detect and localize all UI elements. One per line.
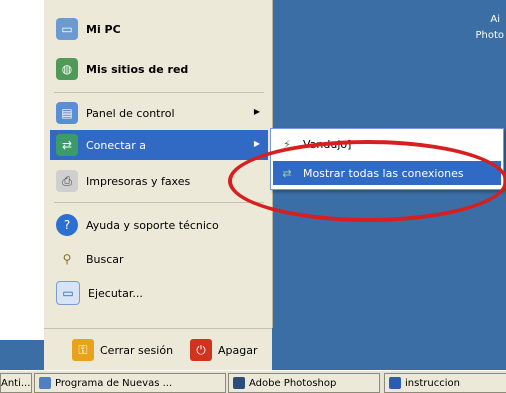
menu-item-label: Ayuda y soporte técnico [86,218,219,232]
menu-item-ejecutar[interactable]: ▭ Ejecutar... [50,278,268,308]
submenu-arrow-icon: ▶ [253,139,260,148]
menu-item-mis-sitios-de-red[interactable]: ◍ Mis sitios de red [50,54,268,84]
menu-item-label: Conectar a [86,138,147,152]
taskbar-button-photoshop[interactable]: Adobe Photoshop [228,373,380,393]
logoff-label: Cerrar sesión [100,343,174,357]
power-icon: ⏻ [190,339,212,361]
taskbar-button-label: Adobe Photoshop [249,377,337,389]
taskbar: Anti... Programa de Nuevas ... Adobe Pho… [0,370,506,393]
menu-item-mi-pc[interactable]: ▭ Mi PC [50,14,268,44]
submenu-arrow-icon: ▶ [253,107,260,116]
submenu-item-connection[interactable]: ⚡ Vandujo] [273,132,501,156]
start-menu-footer: ⚿ Cerrar sesión ⏻ Apagar [44,328,272,371]
computer-icon: ▭ [56,18,78,40]
conectar-a-submenu: ⚡ Vandujo] ⇄ Mostrar todas las conexione… [270,128,504,190]
menu-item-label: Buscar [86,252,124,266]
control-panel-icon: ▤ [56,102,78,124]
menu-item-label: Ejecutar... [88,286,143,300]
run-icon: ▭ [56,281,80,305]
taskbar-button-label: instruccion [405,377,460,389]
menu-item-label: Mi PC [86,22,121,36]
taskbar-button-label: Programa de Nuevas ... [55,377,173,389]
taskbar-button-anti[interactable]: Anti... [0,373,32,393]
menu-item-label: Impresoras y faxes [86,174,191,188]
taskbar-button-instruccion[interactable]: instruccion [384,373,506,393]
search-icon: ⚲ [62,252,72,266]
printers-icon: ⎙ [56,170,78,192]
desktop-small-label: Ai [490,14,500,25]
connect-to-icon: ⇄ [56,134,78,156]
help-icon: ? [56,214,78,236]
menu-separator [54,92,264,93]
submenu-item-mostrar-todas[interactable]: ⇄ Mostrar todas las conexiones [273,161,501,185]
start-menu-left-column [0,0,45,340]
menu-item-conectar-a[interactable]: ⇄ Conectar a ▶ [50,130,268,160]
menu-item-buscar[interactable]: ⚲ Buscar [50,244,268,274]
submenu-item-label: Mostrar todas las conexiones [303,166,464,180]
logoff-icon: ⚿ [72,339,94,361]
network-places-icon: ◍ [56,58,78,80]
menu-item-panel-de-control[interactable]: ▤ Panel de control ▶ [50,98,268,128]
desktop-icon-label[interactable]: Photo [475,30,504,41]
network-connections-icon: ⇄ [282,166,292,180]
photoshop-icon [233,377,245,389]
menu-item-label: Panel de control [86,106,175,120]
submenu-item-label: Vandujo] [303,137,352,151]
word-document-icon [389,377,401,389]
taskbar-button-label: Anti... [1,377,31,389]
connection-icon: ⚡ [283,137,291,151]
menu-item-label: Mis sitios de red [86,62,189,76]
shutdown-label: Apagar [218,343,258,357]
start-menu-right-column: ▭ Mi PC ◍ Mis sitios de red ▤ Panel de c… [44,0,273,328]
taskbar-button-programa[interactable]: Programa de Nuevas ... [34,373,226,393]
app-icon [39,377,51,389]
menu-item-ayuda[interactable]: ? Ayuda y soporte técnico [50,210,268,240]
shutdown-button[interactable]: ⏻ Apagar [190,339,258,361]
menu-separator [54,202,264,203]
logoff-button[interactable]: ⚿ Cerrar sesión [72,339,173,361]
menu-item-impresoras-y-faxes[interactable]: ⎙ Impresoras y faxes [50,166,268,196]
